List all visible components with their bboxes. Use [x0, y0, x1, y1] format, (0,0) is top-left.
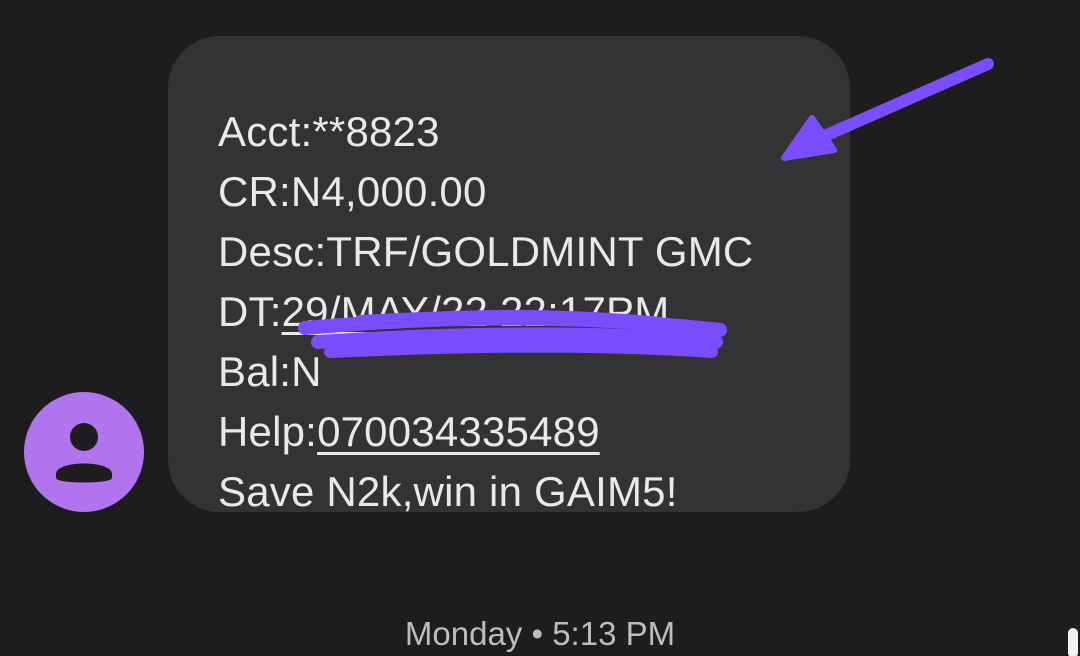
scrollbar-thumb[interactable]: [1068, 628, 1078, 656]
sender-avatar[interactable]: [24, 392, 144, 512]
message-line-date: DT:29/MAY/22 22:17PM: [218, 288, 669, 336]
message-timestamp: Monday • 5:13 PM: [404, 615, 676, 652]
message-line-description: Desc:TRF/GOLDMINT GMC: [218, 228, 754, 275]
date-link[interactable]: 29/MAY/22 22:17PM: [282, 288, 670, 335]
date-label: DT:: [218, 288, 282, 335]
message-bubble[interactable]: Acct:**8823 CR:N4,000.00 Desc:TRF/GOLDMI…: [168, 36, 850, 515]
help-label: Help:: [218, 408, 318, 455]
conversation-screen: Acct:**8823 CR:N4,000.00 Desc:TRF/GOLDMI…: [0, 0, 1080, 656]
message-line-help: Help:070034335489: [218, 408, 600, 456]
message-line-balance: Bal:N: [218, 348, 322, 395]
message-line-acct: Acct:**8823: [218, 108, 440, 155]
person-icon: [56, 423, 112, 483]
phone-number-link[interactable]: 070034335489: [317, 408, 600, 455]
message-line-credit: CR:N4,000.00: [218, 168, 487, 215]
message-line-promo: Save N2k,win in GAIM5!: [218, 468, 678, 515]
